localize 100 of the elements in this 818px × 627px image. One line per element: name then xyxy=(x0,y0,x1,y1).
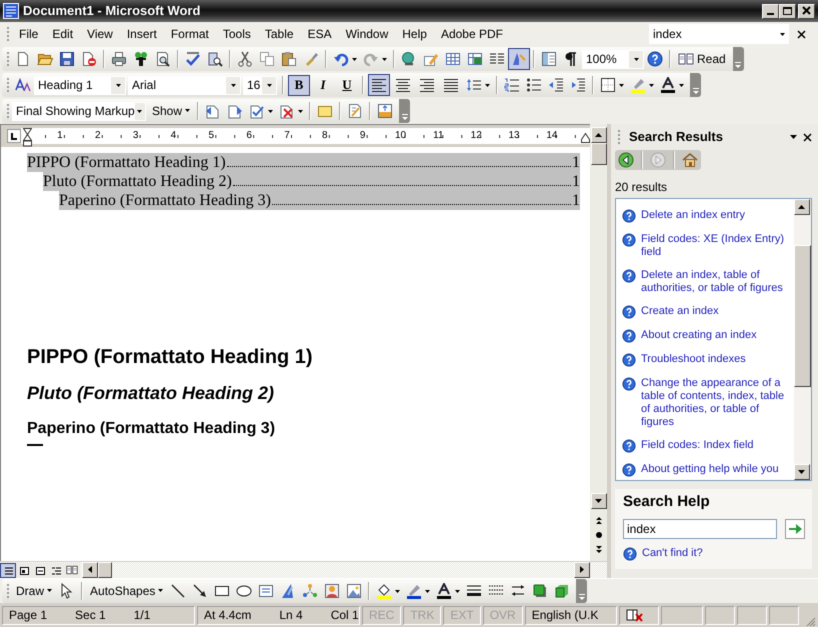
line-color-icon[interactable] xyxy=(406,583,422,599)
menu-item[interactable]: Help xyxy=(395,24,434,44)
toolbar-options-button[interactable] xyxy=(732,47,744,71)
pane-menu-icon[interactable] xyxy=(790,135,797,139)
permission-icon[interactable] xyxy=(81,51,97,67)
show-button[interactable]: Show xyxy=(148,102,194,120)
pilcrow-icon[interactable] xyxy=(563,51,579,67)
bold-button[interactable]: B xyxy=(288,74,310,96)
web-view-button[interactable] xyxy=(16,562,32,578)
search-go-button[interactable] xyxy=(785,519,805,540)
font-combo[interactable]: Arial xyxy=(128,76,241,94)
arrow-icon[interactable] xyxy=(192,583,208,599)
caret-icon[interactable] xyxy=(485,84,490,86)
open-folder-icon[interactable] xyxy=(37,51,53,67)
help-topic-link[interactable]: Change the appearance of a table of contents, index, table of authorities, or table of figures xyxy=(622,377,792,430)
help-topic-link[interactable]: Field codes: Index field xyxy=(622,439,792,454)
help-icon[interactable] xyxy=(647,51,663,67)
caret-icon[interactable] xyxy=(137,110,142,112)
text-box-icon[interactable] xyxy=(258,583,274,599)
display-markup-combo[interactable]: Final Showing Markup xyxy=(12,102,146,120)
menu-item[interactable]: ESA xyxy=(300,24,339,44)
paste-icon[interactable] xyxy=(281,51,297,67)
cant-find-link[interactable]: Can't find it? xyxy=(623,547,806,562)
scroll-up-button[interactable] xyxy=(794,199,810,216)
track-changes-icon[interactable] xyxy=(347,103,364,119)
help-topic-link[interactable]: Create an index xyxy=(622,305,792,320)
help-topic-link[interactable]: About creating an index xyxy=(622,329,792,344)
zoom-combo[interactable]: 100% xyxy=(582,50,644,68)
spelling-icon[interactable] xyxy=(185,51,201,67)
close-button[interactable] xyxy=(798,4,815,18)
line-icon[interactable] xyxy=(170,583,186,599)
maximize-button[interactable] xyxy=(779,4,796,18)
caret-icon[interactable] xyxy=(268,110,274,112)
new-document-icon[interactable] xyxy=(15,51,31,67)
menu-item[interactable]: Format xyxy=(164,24,216,44)
toolbar-grip-icon[interactable] xyxy=(617,129,621,145)
document-map-icon[interactable] xyxy=(541,51,557,67)
reading-layout-button[interactable] xyxy=(64,562,80,578)
scroll-down-button[interactable] xyxy=(590,493,606,509)
caret-icon[interactable] xyxy=(425,590,430,592)
caret-icon[interactable] xyxy=(230,84,236,86)
resize-grip-icon[interactable] xyxy=(804,615,816,627)
tab-selector-icon[interactable] xyxy=(7,129,21,143)
caret-icon[interactable] xyxy=(634,58,638,60)
accept-change-icon[interactable] xyxy=(249,103,266,119)
help-topic-link[interactable]: Delete an index, table of authorities, or table of figures xyxy=(622,269,792,296)
styles-icon[interactable] xyxy=(15,77,31,93)
menu-item[interactable]: Table xyxy=(258,24,301,44)
draw-menu-button[interactable]: Draw xyxy=(12,582,56,600)
italic-button[interactable]: I xyxy=(312,74,334,96)
caret-icon[interactable] xyxy=(158,589,164,592)
diagram-icon[interactable] xyxy=(302,583,318,599)
menu-item[interactable]: Window xyxy=(338,24,396,44)
next-change-icon[interactable] xyxy=(227,103,244,119)
toc-entry[interactable]: Paperino (Formattato Heading 3) xyxy=(59,191,271,210)
toolbar-grip-icon[interactable] xyxy=(6,51,10,67)
menu-item[interactable]: Tools xyxy=(216,24,258,44)
toolbar-grip-icon[interactable] xyxy=(6,583,10,599)
rectangle-icon[interactable] xyxy=(214,583,230,599)
copy-icon[interactable] xyxy=(259,51,275,67)
caret-icon[interactable] xyxy=(47,589,52,592)
help-topic-link[interactable]: Troubleshoot indexes xyxy=(622,353,792,368)
caret-icon[interactable] xyxy=(266,84,272,86)
toolbar-grip-icon[interactable] xyxy=(6,26,10,42)
caret-icon[interactable] xyxy=(116,84,120,86)
scroll-right-button[interactable] xyxy=(574,562,590,578)
scroll-down-button[interactable] xyxy=(794,464,810,480)
scroll-left-button[interactable] xyxy=(82,562,98,578)
outline-view-button[interactable] xyxy=(48,562,64,578)
reject-change-icon[interactable] xyxy=(279,103,296,119)
spreadsheet-icon[interactable] xyxy=(467,51,483,67)
underline-button[interactable]: U xyxy=(336,74,358,96)
help-topic-link[interactable]: Delete an index entry xyxy=(622,209,792,224)
hyperlink-icon[interactable] xyxy=(401,51,417,67)
previous-change-icon[interactable] xyxy=(205,103,222,119)
caret-icon[interactable] xyxy=(395,590,400,592)
insert-table-icon[interactable] xyxy=(445,51,461,67)
oval-icon[interactable] xyxy=(236,583,252,599)
caret-icon[interactable] xyxy=(352,58,357,60)
next-page-icon[interactable] xyxy=(594,543,602,555)
3d-style-icon[interactable] xyxy=(554,583,570,599)
font-size-combo[interactable]: 16 xyxy=(243,76,277,94)
caret-icon[interactable] xyxy=(619,84,624,86)
toolbar-grip-icon[interactable] xyxy=(6,77,10,93)
borders-icon[interactable] xyxy=(600,77,616,93)
line-spacing-icon[interactable] xyxy=(466,77,482,93)
read-button[interactable]: Read xyxy=(674,50,730,68)
minimize-button[interactable] xyxy=(762,4,779,18)
numbering-icon[interactable] xyxy=(504,77,520,93)
font-color-icon[interactable] xyxy=(436,583,452,599)
toolbar-grip-icon[interactable] xyxy=(6,103,10,119)
caret-icon[interactable] xyxy=(679,84,684,86)
help-topic-link[interactable]: About getting help while you xyxy=(622,463,792,478)
undo-icon[interactable] xyxy=(333,51,349,67)
autoshapes-menu-button[interactable]: AutoShapes xyxy=(86,582,168,600)
line-style-icon[interactable] xyxy=(466,583,482,599)
caret-icon[interactable] xyxy=(382,58,387,60)
search-field[interactable]: index xyxy=(623,519,777,540)
picture-icon[interactable] xyxy=(346,583,362,599)
fill-color-icon[interactable] xyxy=(376,583,392,599)
